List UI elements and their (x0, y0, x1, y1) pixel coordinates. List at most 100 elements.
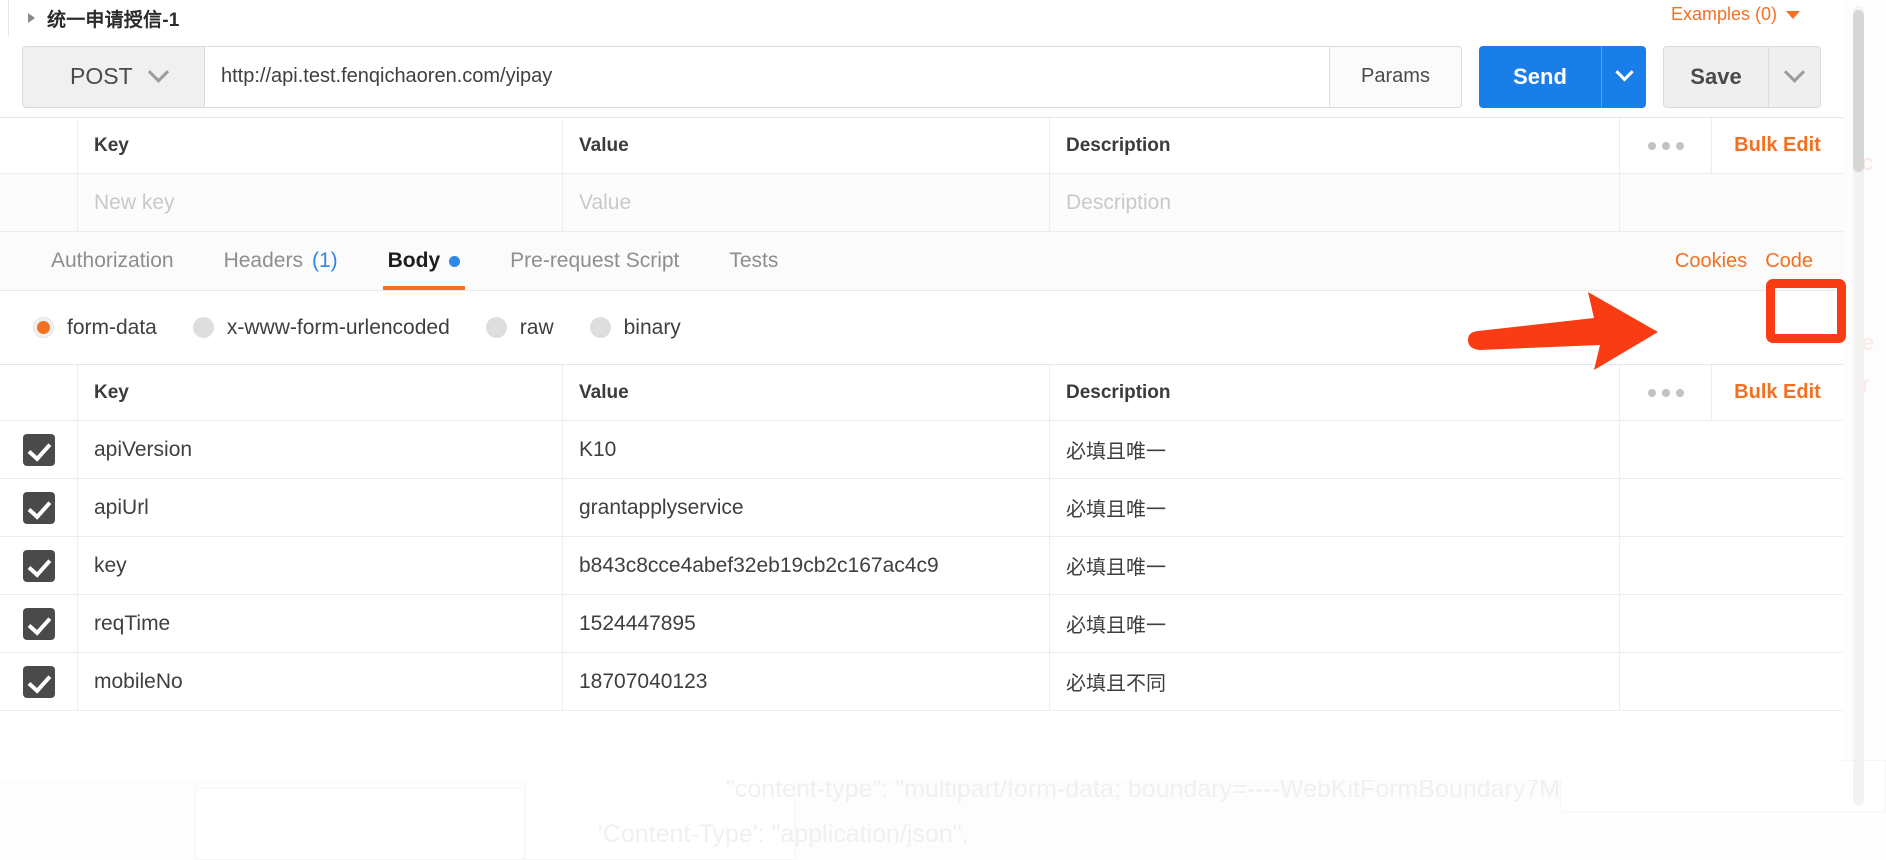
body-bulk-edit-link[interactable]: Bulk Edit (1712, 381, 1843, 404)
params-new-row-tools (1620, 174, 1843, 231)
row-description[interactable]: 必填且唯一 (1066, 435, 1166, 464)
save-button-group: Save (1663, 45, 1821, 108)
table-row[interactable]: key b843c8cce4abef32eb19cb2c167ac4c9 必填且… (0, 537, 1843, 595)
radio-label: raw (519, 315, 554, 339)
row-key[interactable]: key (94, 554, 127, 578)
row-checkbox[interactable] (22, 433, 55, 466)
body-form-data-table: Key Value Description Bulk Edit apiVersi… (0, 365, 1843, 711)
examples-dropdown[interactable]: Examples (0) (1671, 4, 1800, 25)
row-value[interactable]: 18707040123 (579, 670, 707, 694)
row-key[interactable]: apiUrl (94, 496, 149, 520)
row-description[interactable]: 必填且唯一 (1066, 493, 1166, 522)
radio-label: x-www-form-urlencoded (226, 315, 450, 339)
body-col-key: Key (94, 381, 129, 403)
chevron-down-icon (147, 61, 169, 83)
new-key-input[interactable]: New key (94, 191, 175, 215)
tab-count-badge: (1) (311, 249, 338, 272)
body-col-description: Description (1066, 381, 1171, 403)
tab-label: Tests (729, 249, 779, 272)
url-bar: POST http://api.test.fenqichaoren.com/yi… (0, 36, 1843, 118)
row-checkbox[interactable] (22, 491, 55, 524)
tab-label: Headers (223, 249, 303, 272)
url-input[interactable]: http://api.test.fenqichaoren.com/yipay (204, 45, 1329, 108)
row-key[interactable]: apiVersion (94, 438, 192, 462)
radio-form-data[interactable]: form-data (33, 316, 157, 340)
row-description[interactable]: 必填且不同 (1066, 667, 1166, 696)
radio-label: binary (623, 315, 681, 339)
request-title: 统一申请授信-1 (47, 9, 180, 31)
ghost-panel-left (195, 788, 525, 860)
tab-label: Pre-request Script (510, 249, 680, 272)
row-tools (1620, 595, 1843, 652)
header-check-cell (0, 365, 78, 420)
cookies-link[interactable]: Cookies (1675, 250, 1747, 273)
radio-icon (485, 317, 507, 338)
save-button[interactable]: Save (1664, 47, 1768, 107)
params-header-tools: Bulk Edit (1620, 118, 1843, 173)
table-row[interactable]: apiVersion K10 必填且唯一 (0, 421, 1843, 479)
radio-raw[interactable]: raw (485, 315, 554, 340)
params-table-header: Key Value Description Bulk Edit (0, 118, 1843, 174)
row-checkbox[interactable] (22, 549, 55, 582)
unsaved-dot-icon (449, 255, 461, 267)
params-bulk-edit-link[interactable]: Bulk Edit (1712, 134, 1843, 157)
new-description-input[interactable]: Description (1066, 191, 1171, 215)
body-mode-radios: form-data x-www-form-urlencoded raw bina… (0, 291, 1843, 365)
table-row[interactable]: apiUrl grantapplyservice 必填且唯一 (0, 479, 1843, 537)
row-value[interactable]: grantapplyservice (579, 496, 744, 520)
radio-label: form-data (67, 315, 157, 339)
send-dropdown-button[interactable] (1601, 45, 1646, 108)
more-options-icon[interactable] (1620, 118, 1712, 173)
radio-icon (589, 317, 611, 338)
method-label: POST (70, 63, 133, 89)
chevron-down-icon (1786, 10, 1800, 19)
row-checkbox[interactable] (22, 607, 55, 640)
request-tabs: Authorization Headers (1) Body Pre-reque… (0, 232, 1843, 291)
table-row[interactable]: mobileNo 18707040123 必填且不同 (0, 653, 1843, 711)
new-value-input[interactable]: Value (579, 191, 631, 215)
tab-label: Body (387, 249, 441, 272)
body-header-tools: Bulk Edit (1620, 365, 1843, 420)
params-col-value: Value (579, 134, 629, 156)
tabs-right-links: Cookies Code (1675, 232, 1813, 290)
params-col-description: Description (1066, 134, 1171, 156)
send-button[interactable]: Send (1479, 46, 1601, 108)
tab-pre-request-script[interactable]: Pre-request Script (485, 232, 704, 290)
scrollbar-thumb[interactable] (1853, 10, 1864, 172)
chevron-down-icon (1614, 63, 1634, 82)
tab-body[interactable]: Body (363, 232, 486, 290)
body-table-header: Key Value Description Bulk Edit (0, 365, 1843, 421)
more-options-icon[interactable] (1620, 365, 1712, 420)
table-row[interactable]: reqTime 1524447895 必填且唯一 (0, 595, 1843, 653)
left-rail (0, 0, 9, 36)
body-col-value: Value (579, 381, 629, 403)
ghost-line-2: 'Content-Type': "application/json", (598, 820, 969, 848)
row-value[interactable]: K10 (579, 438, 616, 462)
code-link[interactable]: Code (1765, 250, 1813, 273)
row-description[interactable]: 必填且唯一 (1066, 551, 1166, 580)
params-button[interactable]: Params (1329, 45, 1462, 108)
chevron-down-icon (1783, 61, 1806, 83)
header-check-cell (0, 118, 78, 173)
row-checkbox[interactable] (22, 665, 55, 698)
new-row-check-cell (0, 174, 78, 231)
row-tools (1620, 537, 1843, 594)
tab-headers[interactable]: Headers (1) (199, 232, 363, 290)
row-value[interactable]: 1524447895 (579, 612, 696, 636)
row-description[interactable]: 必填且唯一 (1066, 609, 1166, 638)
request-name-bar: 统一申请授信-1 Examples (0) (0, 0, 1843, 36)
radio-binary[interactable]: binary (589, 315, 681, 340)
row-key[interactable]: mobileNo (94, 670, 183, 694)
method-selector[interactable]: POST (22, 45, 204, 108)
row-value[interactable]: b843c8cce4abef32eb19cb2c167ac4c9 (579, 554, 939, 578)
params-col-key: Key (94, 134, 129, 156)
vertical-scrollbar[interactable] (1853, 6, 1864, 806)
params-new-row[interactable]: New key Value Description (0, 174, 1843, 232)
expand-triangle-icon[interactable] (28, 13, 35, 23)
tab-authorization[interactable]: Authorization (26, 232, 199, 290)
tab-tests[interactable]: Tests (704, 232, 803, 290)
postman-request-panel: 统一申请授信-1 Examples (0) POST http://api.te… (0, 0, 1843, 780)
save-dropdown-button[interactable] (1768, 46, 1820, 107)
radio-x-www-form-urlencoded[interactable]: x-www-form-urlencoded (192, 315, 450, 340)
row-key[interactable]: reqTime (94, 612, 170, 636)
